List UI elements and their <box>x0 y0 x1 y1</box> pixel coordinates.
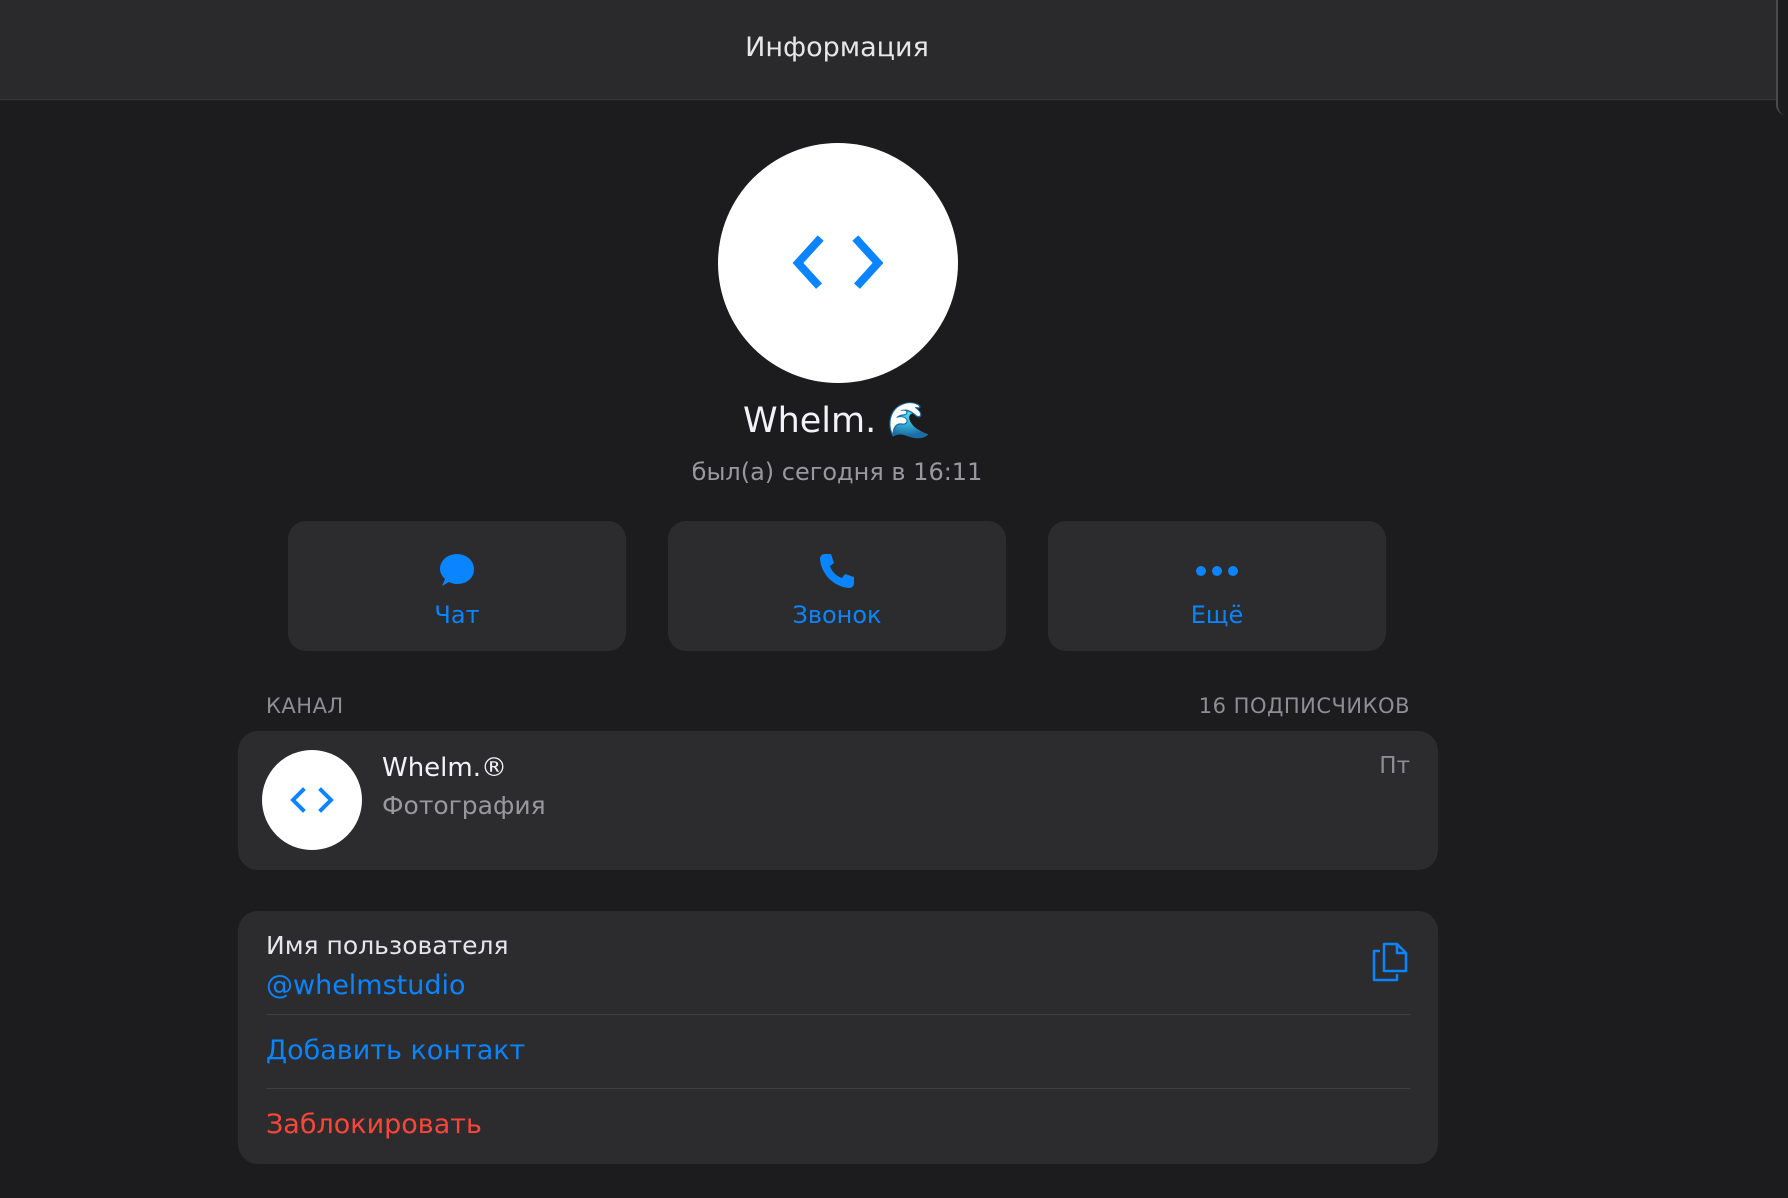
channel-item[interactable]: Whelm.® Фотография Пт <box>238 731 1438 870</box>
phone-icon <box>820 554 854 588</box>
chat-button-label: Чат <box>434 601 480 629</box>
divider <box>266 1088 1410 1089</box>
code-brackets-icon <box>290 787 334 813</box>
profile-name-text: Whelm. <box>742 401 877 441</box>
call-button[interactable]: Звонок <box>668 521 1006 651</box>
copy-username-button[interactable] <box>1370 941 1410 987</box>
window-edge <box>1776 0 1788 115</box>
call-button-label: Звонок <box>792 601 882 629</box>
username-link[interactable]: @whelmstudio <box>266 970 1410 1001</box>
chat-bubble-icon <box>440 554 474 586</box>
divider <box>266 1014 1410 1015</box>
last-seen-status: был(а) сегодня в 16:11 <box>691 458 983 486</box>
page-title: Информация <box>745 32 929 63</box>
channel-name: Whelm.® <box>382 753 507 783</box>
channel-last-message: Фотография <box>382 791 546 820</box>
block-user-button[interactable]: Заблокировать <box>266 1109 1410 1140</box>
copy-icon <box>1372 942 1408 982</box>
channel-section-label: КАНАЛ <box>266 694 344 718</box>
channel-avatar <box>262 750 362 850</box>
more-button[interactable]: Ещё <box>1048 521 1386 651</box>
chat-button[interactable]: Чат <box>288 521 626 651</box>
more-dots-icon <box>1196 566 1238 576</box>
channel-time: Пт <box>1379 753 1410 779</box>
more-button-label: Ещё <box>1190 601 1244 629</box>
wave-emoji-icon: 🌊 <box>887 401 931 441</box>
code-brackets-icon <box>792 235 884 291</box>
subscribers-count: 16 ПОДПИСЧИКОВ <box>1198 694 1410 718</box>
info-card: Имя пользователя @whelmstudio Добавить к… <box>238 911 1438 1164</box>
username-label: Имя пользователя <box>266 931 509 960</box>
profile-name: Whelm. 🌊 <box>0 400 1674 441</box>
avatar[interactable] <box>718 143 958 383</box>
add-contact-button[interactable]: Добавить контакт <box>266 1035 1410 1066</box>
top-bar: Информация <box>0 0 1780 100</box>
